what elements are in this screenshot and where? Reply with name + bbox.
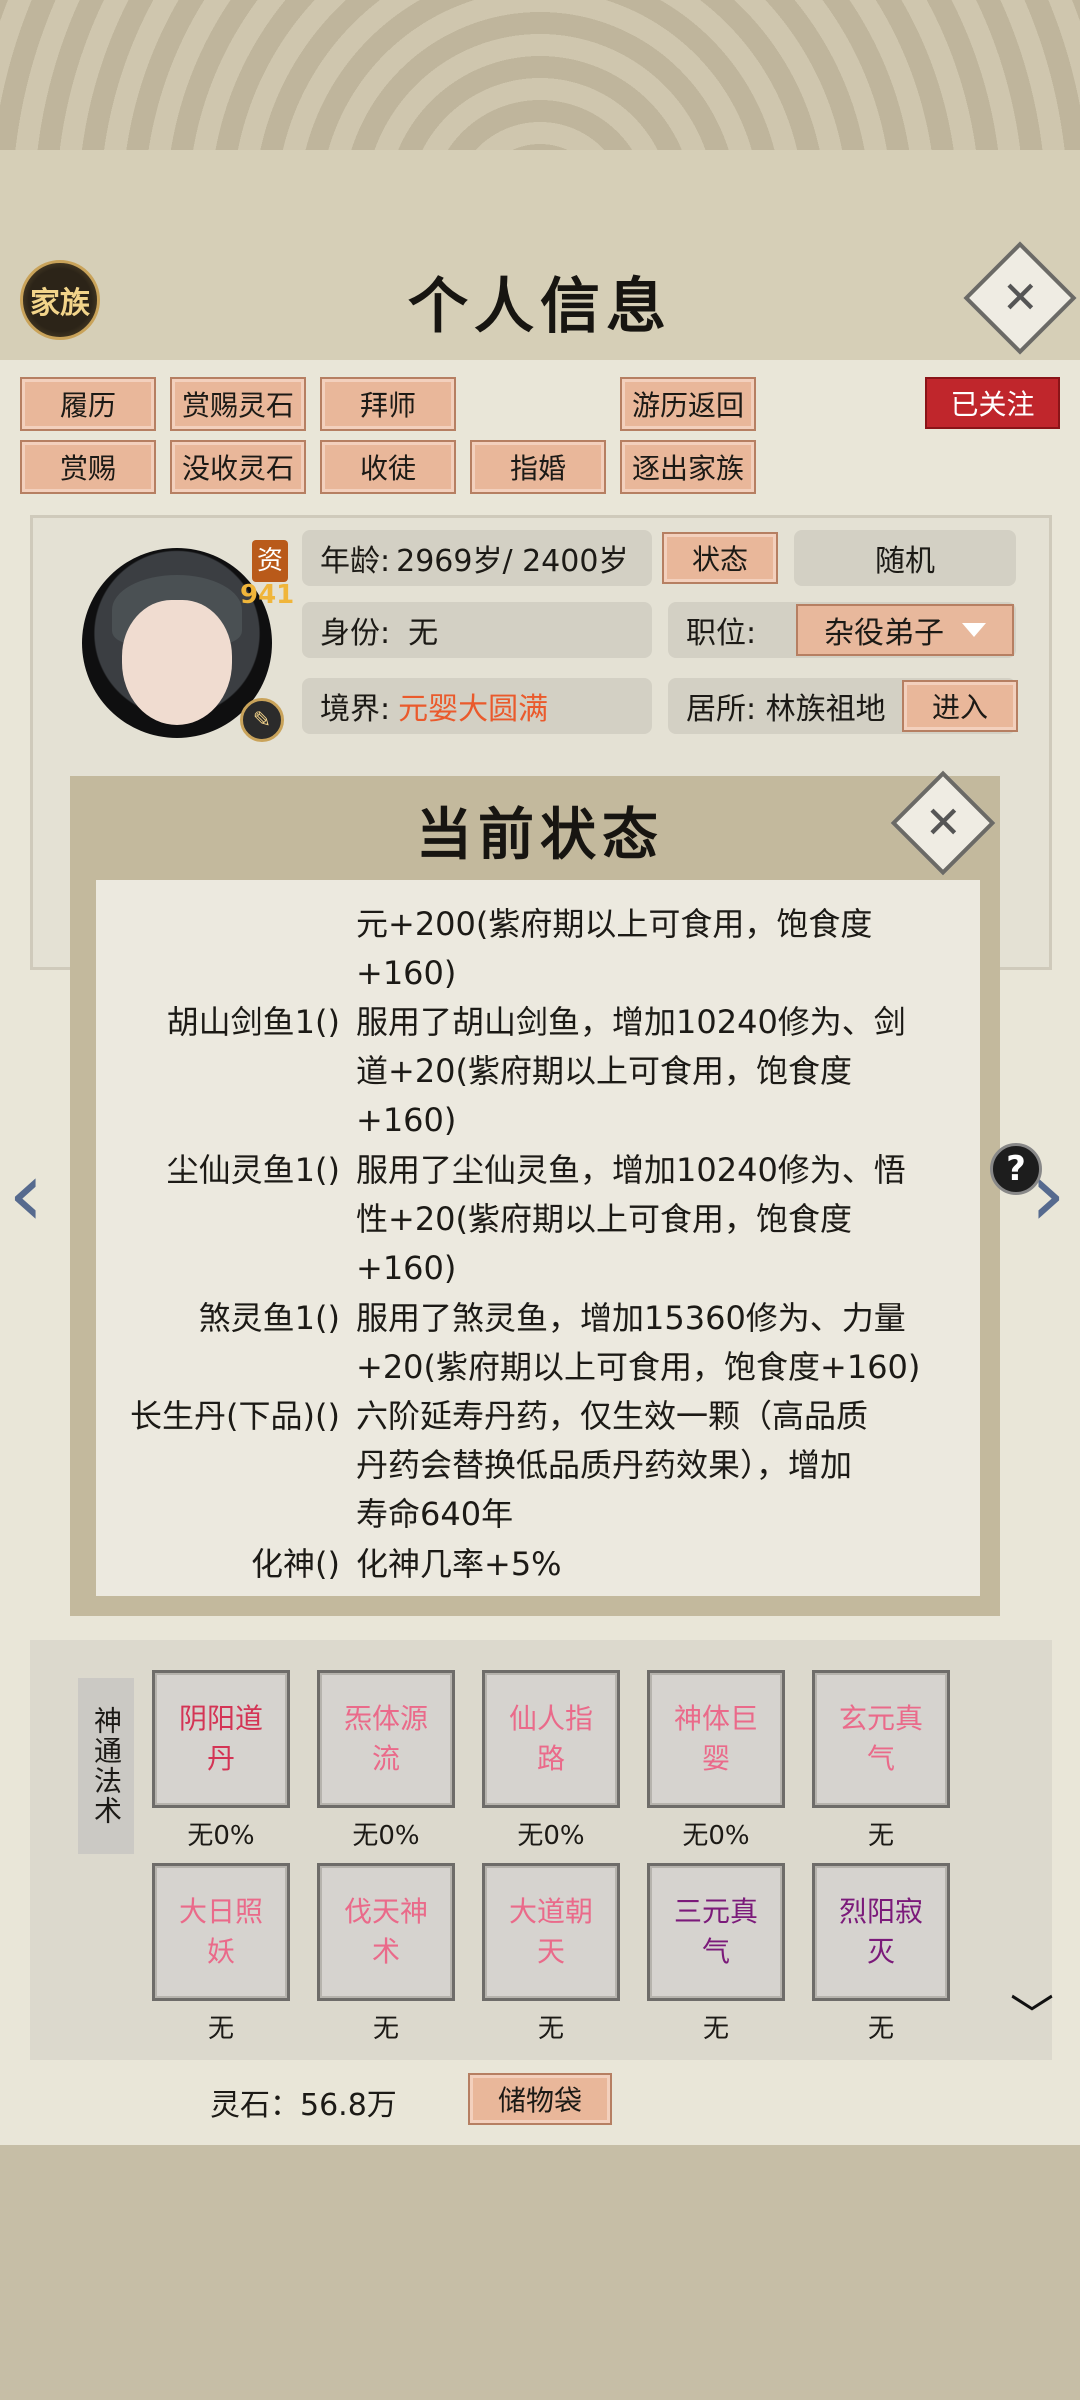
skill-level: 无	[372, 2014, 399, 2044]
status-row: 胡山剑鱼1() 服用了胡山剑鱼，增加10240修为、剑 道+20(紫府期以上可食用…	[96, 998, 980, 1145]
skill-slot[interactable]: 大道朝天	[482, 1863, 620, 2001]
history-button[interactable]: 履历	[20, 377, 156, 431]
status-list[interactable]: 元+200(紫府期以上可食用，饱食度 +160) 胡山剑鱼1() 服用了胡山剑鱼，…	[96, 880, 980, 1596]
residence-label: 居所: 林族祖地	[686, 692, 886, 727]
status-name: 尘仙灵鱼1()	[166, 1151, 340, 1189]
skill-slot[interactable]: 三元真气	[647, 1863, 785, 2001]
status-row: 长生丹(下品)() 六阶延寿丹药，仅生效一颗（高品质 丹药会替换低品质丹药效果），…	[96, 1392, 980, 1539]
arrow-left-icon[interactable]: ‹	[8, 1150, 44, 1240]
skill-level: 无0%	[517, 1821, 585, 1851]
status-name	[96, 900, 356, 998]
skill-slot[interactable]: 大日照妖	[152, 1863, 290, 2001]
skills-category-label: 神通法术	[78, 1678, 134, 1854]
status-name: 胡山剑鱼1()	[166, 1003, 340, 1041]
take-disciple-button[interactable]: 收徒	[320, 440, 456, 494]
dropdown-icon	[962, 623, 986, 637]
status-name: 化神()	[251, 1545, 340, 1583]
skill-slot[interactable]: 烈阳寂灭	[812, 1863, 950, 2001]
modal-title: 当前状态	[416, 802, 664, 868]
spirit-stone-count: 灵石：56.8万	[210, 2088, 397, 2123]
age-label: 年龄:	[320, 544, 391, 579]
status-desc: 化神几率+5%	[356, 1545, 562, 1583]
page-title: 个人信息	[408, 272, 672, 342]
expel-button[interactable]: 逐出家族	[620, 440, 756, 494]
close-icon: ✕	[1001, 272, 1039, 323]
status-desc: 六阶延寿丹药，仅生效一颗（高品质 丹药会替换低品质丹药效果），增加 寿命640年	[356, 1397, 869, 1533]
realm-label: 境界:	[320, 692, 391, 727]
age-field: 年龄: 2969岁/ 2400岁	[302, 530, 652, 586]
skill-level: 无	[867, 2014, 894, 2044]
status-button[interactable]: 状态	[662, 532, 778, 584]
status-name: 煞灵鱼1()	[198, 1299, 340, 1337]
close-icon: ✕	[924, 797, 962, 848]
aptitude-label: 资	[252, 540, 288, 582]
status-row: 尘仙灵鱼1() 服用了尘仙灵鱼，增加10240修为、悟 性+20(紫府期以上可食用…	[96, 1146, 980, 1293]
skill-slot[interactable]: 仙人指路	[482, 1670, 620, 1808]
position-label: 职位:	[686, 616, 757, 651]
storage-bag-button[interactable]: 储物袋	[468, 2073, 612, 2125]
identity-value: 无	[408, 616, 439, 651]
skill-slot[interactable]: 玄元真气	[812, 1670, 950, 1808]
skill-slot[interactable]: 神体巨婴	[647, 1670, 785, 1808]
skill-slot[interactable]: 伐天神术	[317, 1863, 455, 2001]
identity-field: 身份: 无	[302, 602, 652, 658]
reward-stone-button[interactable]: 赏赐灵石	[170, 377, 306, 431]
confiscate-stone-button[interactable]: 没收灵石	[170, 440, 306, 494]
edit-icon[interactable]: ✎	[240, 698, 284, 742]
bottom-background	[0, 2145, 1080, 2400]
realm-field: 境界: 元婴大圆满	[302, 678, 652, 734]
aptitude-value: 941	[240, 580, 295, 610]
avatar-face	[122, 600, 232, 725]
skill-level: 无0%	[352, 1821, 420, 1851]
skill-level: 无	[207, 2014, 234, 2044]
arrange-marriage-button[interactable]: 指婚	[470, 440, 606, 494]
skill-slot[interactable]: 阴阳道丹	[152, 1670, 290, 1808]
status-name: 长生丹(下品)()	[130, 1397, 340, 1435]
skill-level: 无0%	[682, 1821, 750, 1851]
skill-level: 无	[537, 2014, 564, 2044]
status-desc: 服用了尘仙灵鱼，增加10240修为、悟 性+20(紫府期以上可食用，饱食度 +160…	[356, 1151, 906, 1287]
status-row: 元+200(紫府期以上可食用，饱食度 +160)	[96, 900, 980, 998]
status-desc: 元+200(紫府期以上可食用，饱食度 +160)	[356, 905, 873, 992]
status-row: 化神() 化神几率+5%	[96, 1540, 980, 1589]
status-row: 煞灵鱼1() 服用了煞灵鱼，增加15360修为、力量 +20(紫府期以上可食用，饱…	[96, 1294, 980, 1392]
identity-label: 身份:	[320, 616, 391, 651]
skill-level: 无	[867, 1821, 894, 1851]
status-desc: 服用了胡山剑鱼，增加10240修为、剑 道+20(紫府期以上可食用，饱食度 +160…	[356, 1003, 906, 1139]
random-button[interactable]: 随机	[794, 530, 1016, 586]
status-desc: 服用了煞灵鱼，增加15360修为、力量 +20(紫府期以上可食用，饱食度+160)	[356, 1299, 921, 1386]
apprentice-button[interactable]: 拜师	[320, 377, 456, 431]
top-decoration	[0, 0, 1080, 150]
skill-level: 无	[702, 2014, 729, 2044]
position-select[interactable]: 杂役弟子	[796, 604, 1014, 656]
position-value: 杂役弟子	[824, 616, 944, 651]
help-icon[interactable]: ?	[990, 1143, 1042, 1195]
chevron-down-icon[interactable]: ﹀	[1010, 1980, 1054, 2044]
clan-button[interactable]: 家族	[20, 260, 100, 340]
age-value: 2969岁/ 2400岁	[396, 544, 629, 579]
realm-value: 元婴大圆满	[398, 692, 549, 727]
skill-slot[interactable]: 炁体源流	[317, 1670, 455, 1808]
skill-level: 无0%	[187, 1821, 255, 1851]
enter-button[interactable]: 进入	[902, 680, 1018, 732]
follow-badge[interactable]: 已关注	[925, 377, 1060, 429]
return-travel-button[interactable]: 游历返回	[620, 377, 756, 431]
reward-button[interactable]: 赏赐	[20, 440, 156, 494]
